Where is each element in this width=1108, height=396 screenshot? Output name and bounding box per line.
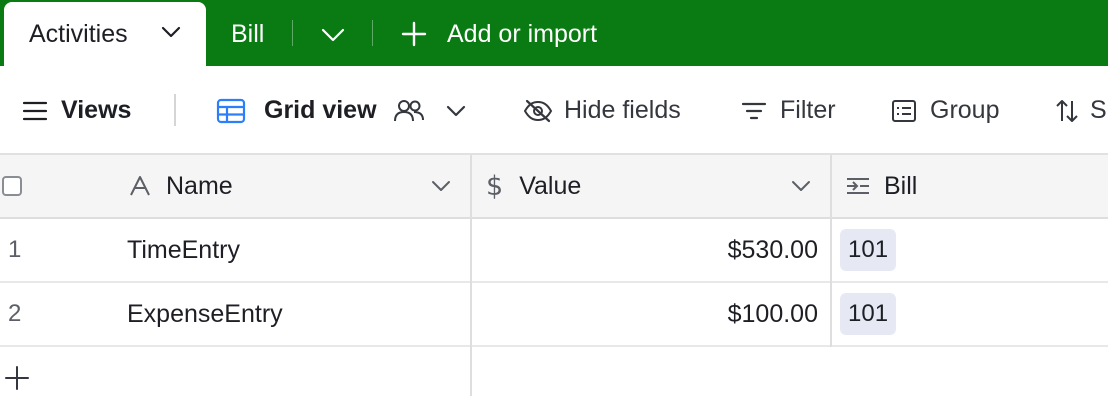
column-divider [830,155,832,347]
add-record-plus-icon[interactable] [4,365,30,391]
hamburger-icon [22,101,48,120]
filter-icon [741,102,767,119]
text-field-icon [130,176,150,196]
eye-slash-icon [523,99,553,122]
view-toolbar: Views Grid view Hide fields Filter Group… [0,66,1108,155]
add-or-import-button[interactable]: Add or import [400,2,597,66]
tab-divider [292,20,293,46]
tables-menu-chevron-icon[interactable] [318,22,348,48]
filter-button[interactable]: Filter [741,66,836,155]
tab-activities[interactable]: Activities [4,2,206,66]
collaborators-icon [393,99,424,121]
bill-link-chip[interactable]: 101 [840,293,897,335]
app-window: Activities Bill Add or import Views Grid… [0,0,1108,396]
sort-label: S [1090,96,1107,124]
row-number: 2 [8,300,22,327]
column-value-label: Value [519,171,582,200]
column-header-value[interactable]: $ Value [486,155,830,217]
sort-button[interactable]: S [1055,66,1107,155]
chevron-down-icon [446,105,465,116]
chevron-down-icon[interactable] [160,25,182,39]
column-header-name[interactable]: Name [128,155,470,217]
chevron-down-icon[interactable] [790,179,812,193]
table-row[interactable]: 1 TimeEntry $530.00 101 [0,219,1108,283]
tab-bill-label: Bill [231,19,265,48]
toolbar-divider [174,94,176,126]
filter-label: Filter [780,96,836,124]
bill-link-chip[interactable]: 101 [840,229,897,271]
data-grid: Name $ Value Bill 1 TimeEntry $530.00 10… [0,155,1108,396]
value-cell[interactable]: $530.00 [472,219,818,281]
column-divider [470,155,472,396]
grid-view-icon [216,98,246,123]
currency-field-icon: $ [486,170,504,202]
add-or-import-label: Add or import [447,19,598,48]
value-cell[interactable]: $100.00 [472,283,818,345]
chevron-down-icon[interactable] [430,179,452,193]
name-cell[interactable]: TimeEntry [127,219,240,281]
table-row[interactable]: 2 ExpenseEntry $100.00 101 [0,283,1108,347]
views-label: Views [61,96,132,124]
hide-fields-button[interactable]: Hide fields [523,66,681,155]
tab-divider [372,20,373,46]
tab-bill[interactable]: Bill [231,2,264,66]
group-button[interactable]: Group [891,66,999,155]
row-number: 1 [8,236,22,263]
tab-activities-label: Activities [29,19,128,48]
grid-view-label: Grid view [264,96,377,124]
table-tab-bar: Activities Bill Add or import [0,0,1108,66]
sort-icon [1056,99,1078,122]
name-cell[interactable]: ExpenseEntry [127,283,283,345]
plus-icon [401,21,427,47]
column-bill-label: Bill [884,171,918,200]
linked-record-icon [847,178,869,194]
grid-view-switcher[interactable]: Grid view [216,66,467,155]
group-label: Group [930,96,1000,124]
hide-fields-label: Hide fields [564,96,681,124]
group-icon [892,99,916,122]
views-button[interactable]: Views [22,66,131,155]
column-header-bill[interactable]: Bill [845,155,1108,217]
column-name-label: Name [166,171,233,200]
grid-header: Name $ Value Bill [0,155,1108,219]
select-all-checkbox[interactable] [2,176,22,196]
